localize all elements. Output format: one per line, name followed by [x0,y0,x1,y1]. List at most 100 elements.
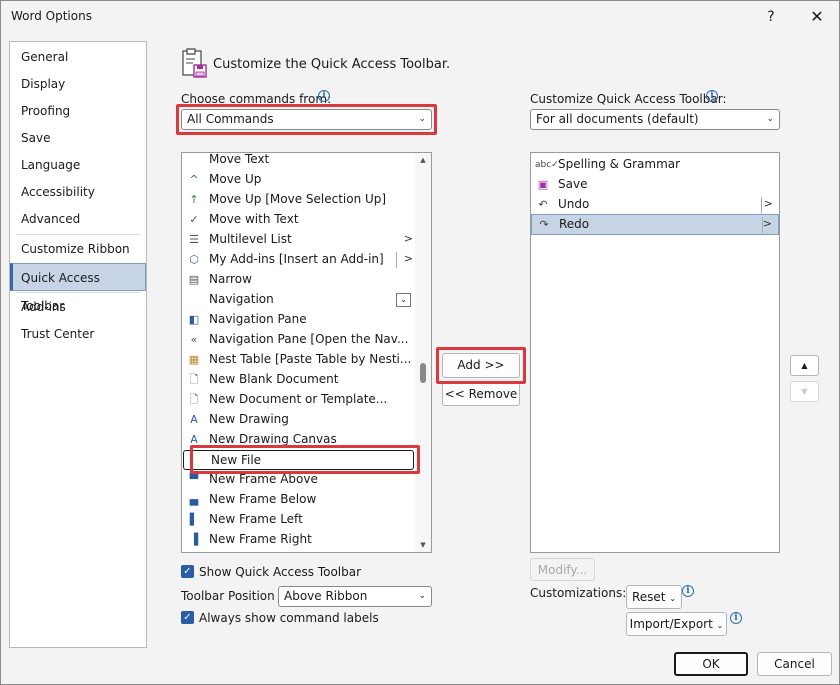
list-item[interactable]: ↶ Undo > [531,195,779,215]
list-item[interactable]: 🗋 New Document or Template... [182,390,431,410]
window-title: Word Options [11,9,92,23]
nav-item-proofing[interactable]: Proofing [10,97,146,125]
nav-item-trust-center[interactable]: Trust Center [10,320,146,348]
spelling-icon: abc✓ [535,160,559,170]
quick-access-toolbar-icon [182,48,207,78]
choose-commands-value: All Commands [187,112,274,126]
toolbar-scope-value: For all documents (default) [536,112,699,126]
nav-item-language[interactable]: Language [10,151,146,179]
chevron-down-icon: ⌄ [418,114,426,124]
word-options-dialog: Word Options ? ✕ General Display Proofin… [0,0,840,685]
info-icon: i [682,585,694,597]
nav-item-display[interactable]: Display [10,70,146,98]
list-item[interactable]: ▦ Nest Table [Paste Table by Nesti... [182,350,431,370]
list-item[interactable]: Move Text [182,153,431,170]
list-item[interactable]: ▐ New Frame Right [182,530,431,550]
check-icon: ✓ [189,213,199,226]
save-icon: ▣ [537,178,549,191]
list-item[interactable]: ▄ New Frame Below [182,490,431,510]
commands-scrollbar[interactable]: ▲ ▼ [415,153,431,552]
list-item[interactable]: ⬡ My Add-ins [Insert an Add-in] > [182,250,431,270]
list-item[interactable]: A New Drawing [182,410,431,430]
frame-left-icon: ▌ [189,513,199,526]
frame-right-icon: ▐ [189,533,199,546]
list-item[interactable]: ✓ Move with Text [182,210,431,230]
chevron-right-icon: > [763,197,773,210]
list-item[interactable]: ▀ New Frame Above [182,470,431,490]
show-toolbar-checkbox[interactable]: ✓ [181,565,194,578]
nav-item-general[interactable]: General [10,43,146,71]
move-down-button[interactable]: ▼ [790,381,819,402]
nav-item-save[interactable]: Save [10,124,146,152]
cancel-button[interactable]: Cancel [757,652,832,676]
chevrons-left-icon: « [190,333,198,346]
list-item[interactable]: ▣ Save [531,175,779,195]
choose-commands-dropdown[interactable]: All Commands ⌄ [181,109,432,130]
document-icon: 🗋 [189,393,199,406]
commands-list[interactable]: Move Text ^ Move Up ↑ Move Up [Move Select… [181,152,432,553]
caret-up-icon: ^ [189,173,199,186]
list-item-new-file[interactable]: New File [183,450,414,470]
nav-item-quick-access-toolbar[interactable]: Quick Access Toolbar [10,263,146,313]
choose-commands-label: Choose commands from: [181,92,332,106]
list-item[interactable]: ☰ Multilevel List > [182,230,431,250]
toolbar-commands-list[interactable]: abc✓ Spelling & Grammar ▣ Save ↶ Undo > ↷ Red… [530,152,780,553]
scroll-up-icon[interactable]: ▲ [415,153,431,167]
list-item[interactable]: ↑ Move Up [Move Selection Up] [182,190,431,210]
add-button[interactable]: Add >> [442,353,520,378]
reset-button[interactable]: Reset ⌄ [626,585,682,609]
modify-button[interactable]: Modify... [530,558,595,581]
customize-toolbar-label: Customize Quick Access Toolbar: [530,92,727,106]
toolbar-position-value: Above Ribbon [284,589,368,603]
list-item[interactable]: ▌ New Frame Left [182,510,431,530]
redo-icon: ↷ [539,218,549,231]
scroll-down-icon[interactable]: ▼ [415,538,431,552]
list-item[interactable]: Navigation ⌄ [182,290,431,310]
toolbar-position-label: Toolbar Position [181,589,275,603]
nav-item-add-ins[interactable]: Add-ins [10,293,146,321]
always-show-labels-checkbox[interactable]: ✓ [181,611,194,624]
navigation-pane-icon: ◧ [188,313,200,326]
list-item[interactable]: «Navigation Pane [Open the Nav... [182,330,431,350]
scroll-thumb[interactable] [420,363,426,383]
info-icon: i [730,612,742,624]
chevron-right-icon: > [403,232,413,245]
options-nav: General Display Proofing Save Language A… [9,41,147,648]
narrow-icon: ▤ [188,273,200,286]
help-button[interactable]: ? [759,5,783,29]
close-button[interactable]: ✕ [803,5,831,29]
list-item[interactable]: ^ Move Up [182,170,431,190]
arrow-up-icon: ↑ [189,193,199,206]
nest-table-icon: ▦ [188,353,200,366]
multilevel-list-icon: ☰ [189,233,199,246]
toolbar-position-dropdown[interactable]: Above Ribbon ⌄ [278,586,432,607]
remove-button[interactable]: << Remove [442,382,520,406]
list-item[interactable]: ▤ Narrow [182,270,431,290]
document-icon: 🗋 [189,373,199,386]
frame-below-icon: ▄ [189,493,199,506]
chevron-down-icon: ⌄ [716,621,724,630]
chevron-down-icon: ⌄ [766,114,774,124]
chevron-right-icon: > [762,217,772,230]
ok-button[interactable]: OK [674,652,748,676]
page-title: Customize the Quick Access Toolbar. [213,57,451,72]
list-item[interactable]: abc✓ Spelling & Grammar [531,155,779,175]
nav-item-customize-ribbon[interactable]: Customize Ribbon [10,235,146,263]
move-up-button[interactable]: ▲ [790,355,819,376]
list-item[interactable]: A New Drawing Canvas [182,430,431,450]
chevron-down-icon: ⌄ [396,293,411,307]
frame-above-icon: ▀ [189,473,199,486]
import-export-button[interactable]: Import/Export ⌄ [626,612,727,636]
toolbar-scope-dropdown[interactable]: For all documents (default) ⌄ [530,109,780,130]
chevron-down-icon: ⌄ [669,594,677,603]
nav-item-advanced[interactable]: Advanced [10,205,146,233]
nav-item-accessibility[interactable]: Accessibility [10,178,146,206]
list-item[interactable]: 🗋 New Blank Document [182,370,431,390]
addins-icon: ⬡ [189,253,199,266]
always-show-labels-label: Always show command labels [199,611,379,625]
info-icon: i [318,90,330,102]
list-item[interactable]: ◧ Navigation Pane [182,310,431,330]
drawing-icon: A [190,433,198,446]
list-item-selected[interactable]: ↷ Redo > [531,214,779,235]
chevron-right-icon: > [403,252,413,265]
